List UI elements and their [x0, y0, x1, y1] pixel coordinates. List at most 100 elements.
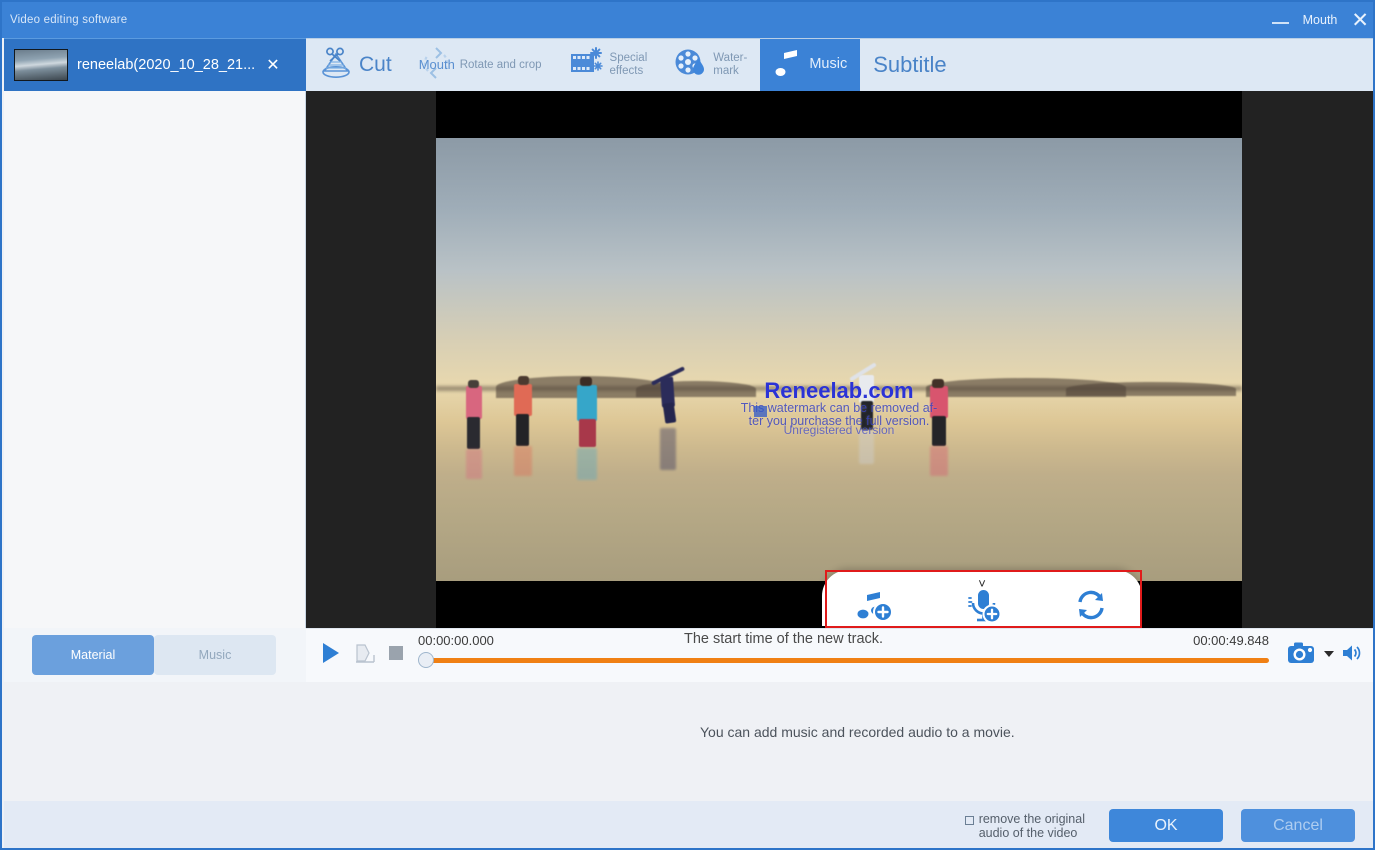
- remove-original-audio-checkbox[interactable]: remove the original audio of the video: [965, 812, 1085, 840]
- person-figure: [861, 401, 873, 430]
- rotate-icon: [418, 43, 454, 88]
- person-figure: [580, 377, 592, 386]
- video-thumbnail: [14, 49, 68, 81]
- cancel-button[interactable]: Cancel: [1241, 809, 1355, 842]
- person-figure: [579, 419, 596, 447]
- minimize-icon[interactable]: [1272, 22, 1289, 24]
- chevron-down-icon[interactable]: [1323, 647, 1335, 665]
- ribbon-tabbar: Cut Mouth Rotate and crop: [306, 38, 1375, 91]
- left-tab-music[interactable]: Music: [154, 635, 276, 675]
- person-reflection: [514, 446, 532, 476]
- timeline-progress-bar[interactable]: [430, 658, 1269, 663]
- close-icon[interactable]: ✕: [1351, 10, 1369, 31]
- video-frame: Reneelab.com This watermark can be remov…: [436, 138, 1242, 581]
- watermark-notice-line1: This watermark can be removed af-: [741, 401, 938, 415]
- title-bar: Video editing software Mouth ✕: [2, 2, 1375, 38]
- music-empty-message-line1: You can add music and recorded audio to: [700, 724, 958, 740]
- person-figure: [516, 414, 529, 446]
- timeline-right-controls: [1287, 641, 1375, 670]
- watermark-unregistered: Unregistered version: [436, 423, 1242, 437]
- volume-button[interactable]: [1341, 642, 1363, 669]
- video-canvas: Reneelab.com This watermark can be remov…: [436, 91, 1242, 628]
- tab-watermark[interactable]: Water- mark: [660, 39, 760, 91]
- tab-special-effects-label: Special effects: [610, 52, 648, 77]
- person-figure: [468, 380, 479, 388]
- person-figure: [466, 386, 482, 419]
- person-figure: [514, 384, 532, 416]
- tab-cut[interactable]: Cut: [306, 39, 405, 91]
- watermark-badge-icon: [754, 406, 767, 417]
- tab-rotate-and-crop[interactable]: Mouth Rotate and crop: [405, 39, 555, 91]
- stop-icon: [388, 645, 404, 661]
- hill-shape: [1066, 382, 1236, 396]
- window-right-label: Mouth: [1303, 13, 1338, 27]
- left-tab-material-label: Material: [71, 648, 115, 662]
- stop-button[interactable]: [388, 645, 404, 666]
- person-reflection: [859, 430, 874, 464]
- left-tab-material[interactable]: Material: [32, 635, 154, 675]
- app-window: Video editing software Mouth ✕ reneelab(…: [0, 0, 1375, 850]
- dialog-footer: remove the original audio of the video O…: [4, 801, 1375, 850]
- video-preview[interactable]: Reneelab.com This watermark can be remov…: [306, 91, 1375, 628]
- tab-subtitle[interactable]: Subtitle: [860, 39, 959, 91]
- checkbox-label-line1: remove the original: [979, 812, 1085, 826]
- add-music-icon: [853, 589, 899, 623]
- checkbox-label-line2: audio of the video: [979, 826, 1078, 840]
- person-figure: [467, 417, 480, 449]
- timeline-end-time: 00:00:49.848: [1193, 633, 1269, 648]
- checkbox-box[interactable]: [965, 816, 974, 825]
- person-figure: [932, 416, 946, 446]
- window-controls: Mouth ✕: [1272, 2, 1369, 38]
- ok-button[interactable]: OK: [1109, 809, 1223, 842]
- close-icon[interactable]: ✕: [266, 55, 279, 75]
- refresh-button[interactable]: [1071, 589, 1111, 628]
- playback-controls: [306, 641, 404, 670]
- person-figure: [932, 379, 944, 388]
- tab-music-label: Music: [809, 57, 847, 73]
- person-figure: [930, 386, 948, 418]
- pause-icon: [353, 641, 377, 665]
- tab-cut-label: Cut: [359, 53, 392, 76]
- tab-rotate-and-crop-label: Rotate and crop: [460, 59, 542, 72]
- file-tab[interactable]: reneelab(2020_10_28_21... ✕: [4, 38, 306, 91]
- volume-icon: [1341, 642, 1363, 664]
- left-tab-music-label: Music: [199, 648, 232, 662]
- scissors-film-icon: [319, 46, 353, 85]
- tab-watermark-label: Water- mark: [713, 52, 747, 77]
- film-reel-drop-icon: [673, 46, 707, 85]
- music-note-icon: [773, 46, 803, 85]
- music-empty-message-line2: a movie.: [962, 724, 1015, 740]
- left-panel-tabbar: Material Music: [4, 628, 306, 682]
- music-actions-popover: ˅: [822, 570, 1142, 626]
- timeline-tooltip: The start time of the new track.: [684, 631, 883, 647]
- person-reflection: [930, 446, 948, 476]
- pause-button[interactable]: [353, 641, 377, 670]
- music-empty-message: You can add music and recorded audio to …: [700, 724, 1030, 741]
- film-sparkle-icon: [568, 46, 604, 85]
- camera-icon: [1287, 641, 1317, 665]
- app-title: Video editing software: [10, 14, 127, 26]
- material-list-panel: [4, 91, 306, 628]
- music-empty-state: You can add music and recorded audio to …: [4, 682, 1375, 801]
- timeline-start-time: 00:00:00.000: [418, 633, 494, 648]
- tab-music[interactable]: Music: [760, 39, 860, 91]
- tab-special-effects[interactable]: Special effects: [555, 39, 661, 91]
- person-reflection: [660, 428, 676, 470]
- add-music-button[interactable]: [853, 589, 899, 628]
- refresh-sync-icon: [1071, 589, 1111, 623]
- play-button[interactable]: [320, 641, 342, 670]
- checkbox-label: remove the original audio of the video: [979, 812, 1085, 840]
- timeline-track[interactable]: 00:00:00.000 The start time of the new t…: [412, 629, 1275, 683]
- add-microphone-icon: [962, 588, 1008, 624]
- snapshot-button[interactable]: [1287, 641, 1317, 670]
- person-reflection: [577, 448, 597, 480]
- add-recording-button[interactable]: [962, 588, 1008, 629]
- play-icon: [320, 641, 342, 665]
- person-reflection: [466, 449, 482, 479]
- person-figure: [859, 375, 874, 403]
- music-actions-row: [822, 590, 1142, 626]
- playback-timeline-bar: 00:00:00.000 The start time of the new t…: [306, 628, 1375, 682]
- timeline-playhead-handle[interactable]: [418, 652, 434, 668]
- person-figure: [577, 385, 597, 421]
- person-figure: [518, 376, 529, 385]
